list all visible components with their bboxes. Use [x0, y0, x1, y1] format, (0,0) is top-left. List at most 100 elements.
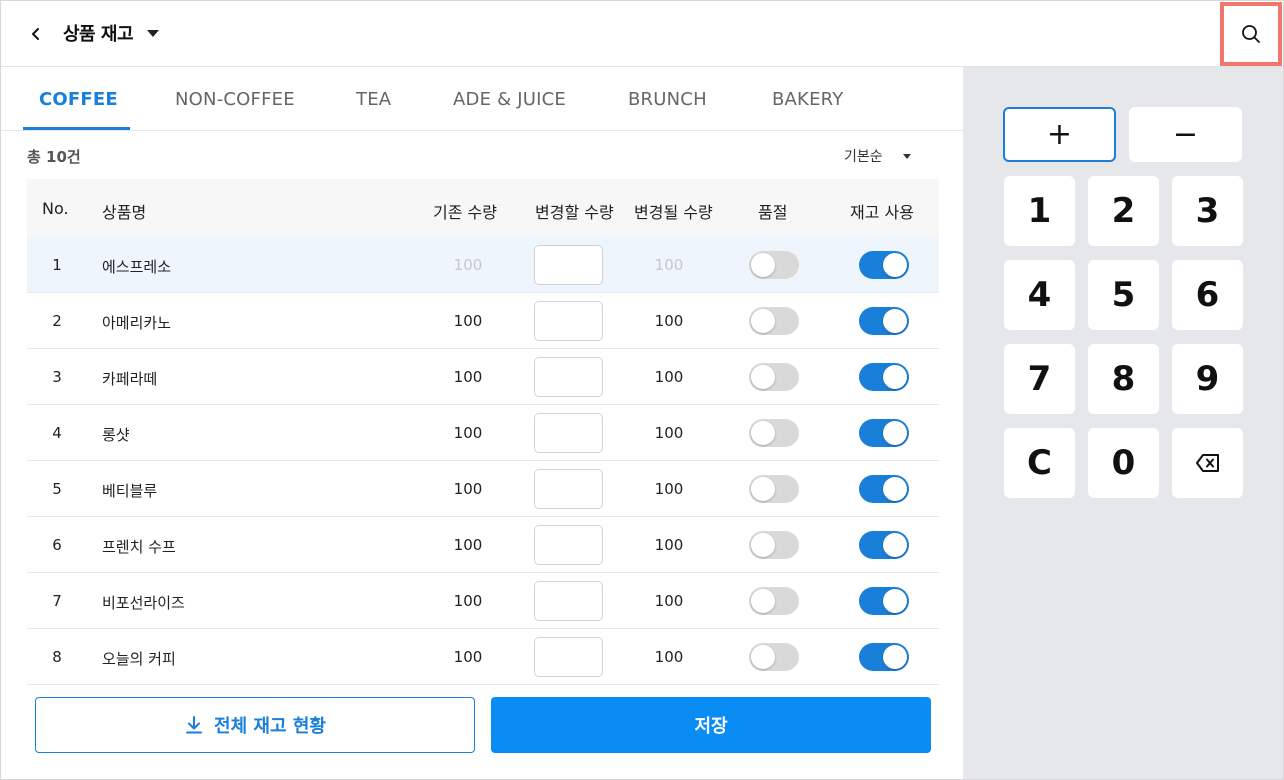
change-qty-input[interactable]	[534, 581, 603, 621]
toggle-knob	[751, 309, 775, 333]
table-row[interactable]: 4 롱샷 100 100	[27, 405, 939, 461]
change-qty-input[interactable]	[534, 637, 603, 677]
row-number: 1	[52, 256, 62, 274]
result-qty: 100	[654, 256, 684, 274]
toggle-knob	[751, 645, 775, 669]
product-name: 아메리카노	[102, 314, 172, 332]
tab-tea[interactable]: TEA	[356, 89, 391, 110]
result-qty: 100	[654, 592, 684, 610]
key-1[interactable]: 1	[1004, 176, 1075, 246]
change-qty-input[interactable]	[534, 245, 603, 285]
col-name: 상품명	[102, 203, 147, 222]
save-button[interactable]: 저장	[491, 697, 931, 753]
table-row[interactable]: 3 카페라떼 100 100	[27, 349, 939, 405]
toggle-knob	[883, 533, 907, 557]
result-qty: 100	[654, 368, 684, 386]
key-8[interactable]: 8	[1088, 344, 1159, 414]
soldout-toggle[interactable]	[749, 363, 799, 391]
title-dropdown[interactable]: 상품 재고	[63, 20, 160, 46]
change-qty-input[interactable]	[534, 357, 603, 397]
product-name: 오늘의 커피	[102, 650, 176, 668]
key-5[interactable]: 5	[1088, 260, 1159, 330]
col-no: No.	[42, 199, 69, 218]
tab-non-coffee[interactable]: NON-COFFEE	[175, 89, 295, 110]
change-qty-input[interactable]	[534, 469, 603, 509]
caret-down-icon	[902, 153, 911, 159]
toggle-knob	[751, 589, 775, 613]
download-icon	[186, 716, 203, 734]
change-qty-input[interactable]	[534, 525, 603, 565]
use-stock-toggle[interactable]	[859, 363, 909, 391]
result-qty: 100	[654, 648, 684, 666]
table-row[interactable]: 7 비포선라이즈 100 100	[27, 573, 939, 629]
caret-down-icon	[147, 29, 160, 37]
table-body: 1 에스프레소 100 100 2 아메리카노 100 100 3 카페라떼 1…	[27, 237, 939, 687]
toggle-knob	[883, 253, 907, 277]
current-qty: 100	[453, 312, 483, 330]
change-qty-input[interactable]	[534, 301, 603, 341]
change-qty-input[interactable]	[534, 413, 603, 453]
toggle-knob	[751, 533, 775, 557]
page-title: 상품 재고	[63, 24, 134, 45]
table-row[interactable]: 1 에스프레소 100 100	[27, 237, 939, 293]
app-frame: 상품 재고 COFFEE NON-COFFEE TEA ADE & JUICE …	[0, 0, 1284, 780]
use-stock-toggle[interactable]	[859, 643, 909, 671]
current-qty: 100	[453, 480, 483, 498]
row-number: 5	[52, 480, 62, 498]
key-6[interactable]: 6	[1172, 260, 1243, 330]
current-qty: 100	[453, 592, 483, 610]
soldout-toggle[interactable]	[749, 643, 799, 671]
tab-bakery[interactable]: BAKERY	[772, 89, 843, 110]
result-qty: 100	[654, 424, 684, 442]
table-row[interactable]: 6 프렌치 수프 100 100	[27, 517, 939, 573]
export-stock-button[interactable]: 전체 재고 현황	[35, 697, 475, 753]
use-stock-toggle[interactable]	[859, 475, 909, 503]
current-qty: 100	[453, 536, 483, 554]
key-7[interactable]: 7	[1004, 344, 1075, 414]
minus-button[interactable]: −	[1129, 107, 1242, 162]
soldout-toggle[interactable]	[749, 587, 799, 615]
soldout-toggle[interactable]	[749, 251, 799, 279]
key-0[interactable]: 0	[1088, 428, 1159, 498]
col-result-qty: 변경될 수량	[634, 203, 713, 222]
product-name: 롱샷	[102, 426, 130, 444]
use-stock-toggle[interactable]	[859, 251, 909, 279]
sort-dropdown[interactable]: 기본순	[844, 146, 911, 166]
soldout-toggle[interactable]	[749, 531, 799, 559]
toggle-knob	[751, 365, 775, 389]
row-number: 4	[52, 424, 62, 442]
key-4[interactable]: 4	[1004, 260, 1075, 330]
keypad-panel: + − 1 2 3 4 5 6 7 8 9 C 0	[963, 67, 1283, 779]
product-name: 프렌치 수프	[102, 538, 176, 556]
table-row[interactable]: 2 아메리카노 100 100	[27, 293, 939, 349]
tab-coffee[interactable]: COFFEE	[39, 89, 118, 110]
search-icon	[1242, 25, 1260, 43]
toggle-knob	[883, 309, 907, 333]
soldout-toggle[interactable]	[749, 419, 799, 447]
col-change-qty: 변경할 수량	[535, 203, 614, 222]
use-stock-toggle[interactable]	[859, 419, 909, 447]
current-qty: 100	[453, 424, 483, 442]
row-number: 2	[52, 312, 62, 330]
key-backspace[interactable]	[1172, 428, 1243, 498]
tab-ade-juice[interactable]: ADE & JUICE	[453, 89, 566, 110]
soldout-toggle[interactable]	[749, 475, 799, 503]
use-stock-toggle[interactable]	[859, 587, 909, 615]
use-stock-toggle[interactable]	[859, 531, 909, 559]
search-button[interactable]	[1220, 2, 1282, 66]
key-3[interactable]: 3	[1172, 176, 1243, 246]
toggle-knob	[751, 253, 775, 277]
key-clear[interactable]: C	[1004, 428, 1075, 498]
key-2[interactable]: 2	[1088, 176, 1159, 246]
key-9[interactable]: 9	[1172, 344, 1243, 414]
tab-brunch[interactable]: BRUNCH	[628, 89, 707, 110]
product-name: 베티블루	[102, 482, 158, 500]
soldout-toggle[interactable]	[749, 307, 799, 335]
row-number: 3	[52, 368, 62, 386]
back-button[interactable]	[23, 21, 49, 47]
row-number: 6	[52, 536, 62, 554]
plus-button[interactable]: +	[1003, 107, 1116, 162]
table-row[interactable]: 8 오늘의 커피 100 100	[27, 629, 939, 685]
use-stock-toggle[interactable]	[859, 307, 909, 335]
table-row[interactable]: 5 베티블루 100 100	[27, 461, 939, 517]
